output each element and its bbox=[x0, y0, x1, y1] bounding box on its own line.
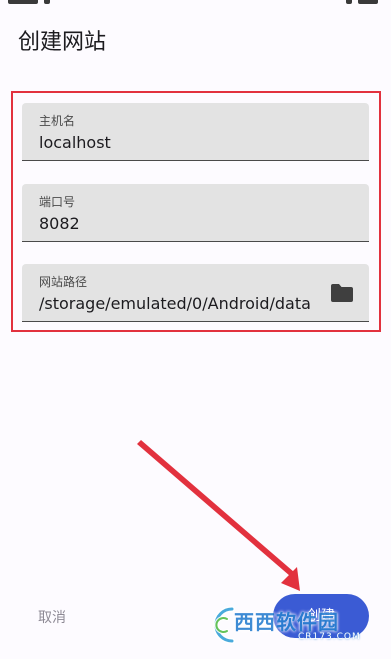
watermark-brand: 西西软件园 bbox=[234, 610, 339, 634]
watermark-logo: 西西软件园 CR173.COM bbox=[194, 602, 370, 648]
page-title: 创建网站 bbox=[18, 30, 107, 55]
status-bar-time-fragment bbox=[8, 0, 38, 4]
status-bar bbox=[0, 0, 391, 6]
status-bar-battery-fragment bbox=[358, 0, 378, 4]
status-bar-icon-fragment bbox=[44, 0, 50, 4]
watermark-domain: CR173.COM bbox=[298, 632, 361, 642]
status-bar-signal-fragment bbox=[346, 0, 352, 4]
cancel-button[interactable]: 取消 bbox=[26, 604, 78, 632]
annotation-highlight-box bbox=[11, 91, 381, 332]
